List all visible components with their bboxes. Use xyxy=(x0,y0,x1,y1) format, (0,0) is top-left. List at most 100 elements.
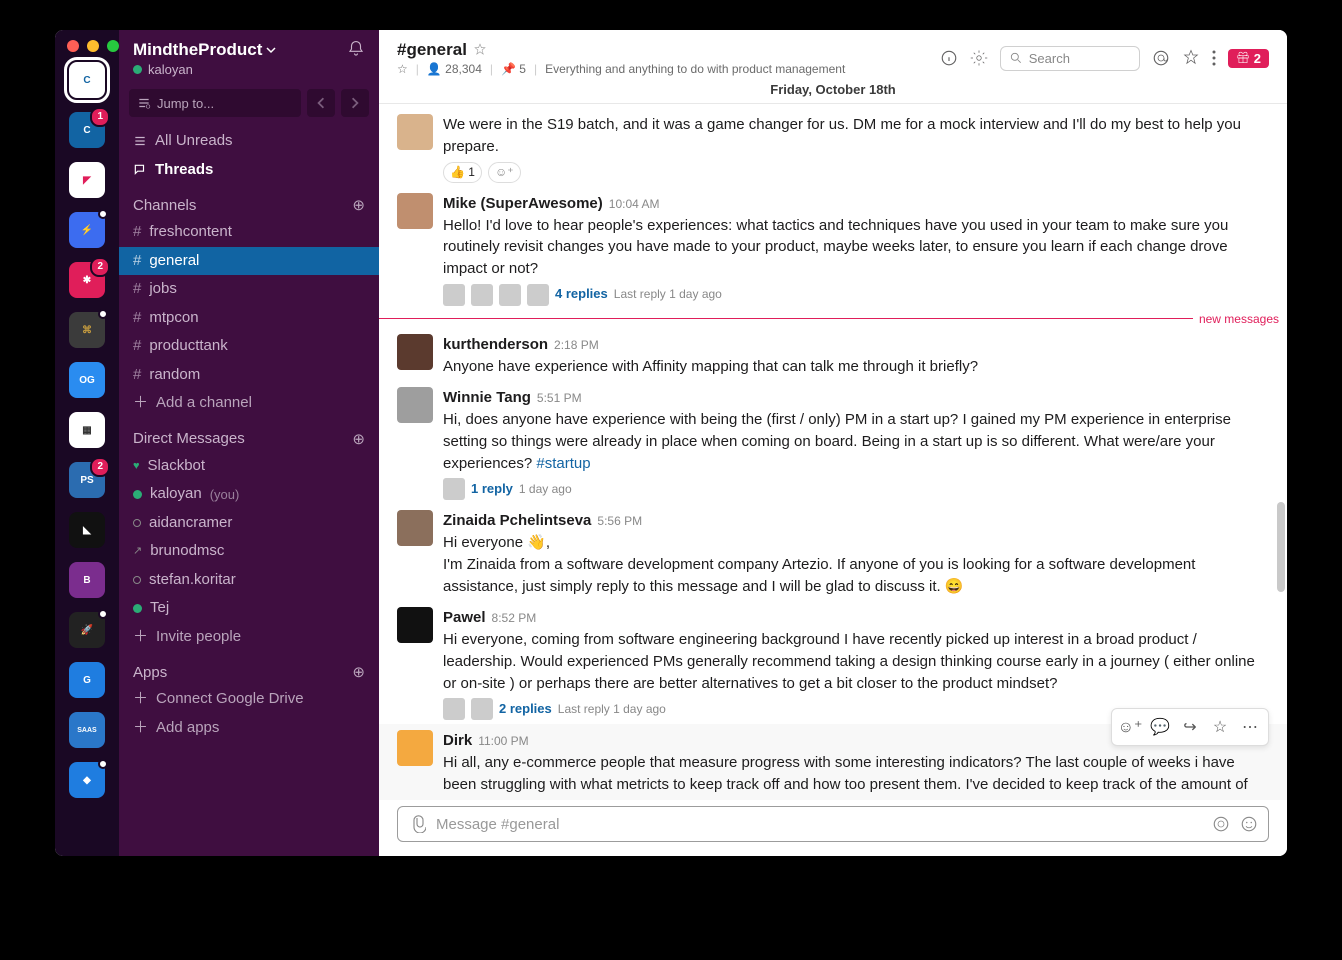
add-app-icon[interactable]: ⊕ xyxy=(352,663,365,681)
message-input[interactable] xyxy=(436,816,1202,833)
search-input[interactable]: Search xyxy=(1000,46,1140,71)
workspace-switch[interactable]: 🚀 xyxy=(69,612,105,648)
more-icon[interactable] xyxy=(1212,50,1216,66)
avatar[interactable] xyxy=(397,193,433,229)
history-forward[interactable] xyxy=(341,89,369,117)
message-author[interactable]: Winnie Tang xyxy=(443,387,531,409)
workspace-switch[interactable]: SAAS xyxy=(69,712,105,748)
workspace-switch[interactable]: C1 xyxy=(69,112,105,148)
workspace-name[interactable]: MindtheProduct xyxy=(133,40,276,60)
reply-avatar[interactable] xyxy=(499,284,521,306)
message[interactable]: Dirk11:00 PMHi all, any e-commerce peopl… xyxy=(379,724,1287,800)
more-actions-icon[interactable]: ⋯ xyxy=(1236,713,1264,741)
add-channel-icon[interactable]: ⊕ xyxy=(352,196,365,214)
message[interactable]: Mike (SuperAwesome)10:04 AMHello! I'd lo… xyxy=(379,187,1287,310)
message-list[interactable]: We were in the S19 batch, and it was a g… xyxy=(379,104,1287,800)
message-author[interactable]: Mike (SuperAwesome) xyxy=(443,193,603,215)
dm-header[interactable]: Direct Messages ⊕ xyxy=(119,418,379,452)
pins-count[interactable]: 📌 5 xyxy=(501,62,526,76)
thread-replies[interactable]: 1 reply1 day ago xyxy=(443,478,1269,500)
message[interactable]: kurthenderson2:18 PMAnyone have experien… xyxy=(379,328,1287,382)
workspace-switch[interactable]: C xyxy=(69,62,105,98)
dm-brunodmsc[interactable]: ↗brunodmsc xyxy=(119,537,379,566)
workspace-switch[interactable]: ⌘ xyxy=(69,312,105,348)
maximize-window[interactable] xyxy=(107,40,119,52)
attach-icon[interactable] xyxy=(408,815,426,833)
dm-aidancramer[interactable]: aidancramer xyxy=(119,509,379,538)
reply-avatar[interactable] xyxy=(443,284,465,306)
mention-icon[interactable] xyxy=(1152,49,1170,67)
workspace-switch[interactable]: OG xyxy=(69,362,105,398)
app-item[interactable]: ＋Connect Google Drive xyxy=(119,685,379,714)
emoji-icon[interactable] xyxy=(1240,815,1258,833)
thread-replies[interactable]: 4 repliesLast reply 1 day ago xyxy=(443,284,1269,306)
thread-icon[interactable]: 💬 xyxy=(1146,713,1174,741)
reply-avatar[interactable] xyxy=(443,698,465,720)
close-window[interactable] xyxy=(67,40,79,52)
message-author[interactable]: Dirk xyxy=(443,730,472,752)
message[interactable]: Zinaida Pchelintseva5:56 PMHi everyone 👋… xyxy=(379,504,1287,601)
avatar[interactable] xyxy=(397,510,433,546)
hashtag-link[interactable]: #startup xyxy=(536,455,590,472)
add-reaction-icon[interactable]: ☺⁺ xyxy=(1116,713,1144,741)
star-icon[interactable]: ☆ xyxy=(397,62,408,76)
info-icon[interactable] xyxy=(940,49,958,67)
mention-icon[interactable] xyxy=(1212,815,1230,833)
current-user[interactable]: kaloyan xyxy=(133,62,365,77)
save-icon[interactable]: ☆ xyxy=(1206,713,1234,741)
star-icon[interactable] xyxy=(1182,49,1200,67)
jump-to[interactable]: Jump to... xyxy=(129,89,301,117)
reaction[interactable]: 👍 1 xyxy=(443,162,482,183)
threads[interactable]: Threads xyxy=(119,156,379,185)
avatar[interactable] xyxy=(397,114,433,150)
workspace-switch[interactable]: B xyxy=(69,562,105,598)
gear-icon[interactable] xyxy=(970,49,988,67)
workspace-switch[interactable]: G xyxy=(69,662,105,698)
apps-header[interactable]: Apps ⊕ xyxy=(119,651,379,685)
avatar[interactable] xyxy=(397,730,433,766)
reply-avatar[interactable] xyxy=(471,698,493,720)
channel-title[interactable]: #general xyxy=(397,40,845,60)
channel-jobs[interactable]: #jobs xyxy=(119,275,379,304)
app-item[interactable]: ＋Add apps xyxy=(119,714,379,743)
add-reaction[interactable]: ☺⁺ xyxy=(488,162,521,183)
dm-stefan.koritar[interactable]: stefan.koritar xyxy=(119,566,379,595)
history-back[interactable] xyxy=(307,89,335,117)
reply-avatar[interactable] xyxy=(443,478,465,500)
reply-avatar[interactable] xyxy=(527,284,549,306)
channel-random[interactable]: #random xyxy=(119,361,379,390)
share-icon[interactable]: ↪ xyxy=(1176,713,1204,741)
minimize-window[interactable] xyxy=(87,40,99,52)
workspace-switch[interactable]: ⚡ xyxy=(69,212,105,248)
new-dm-icon[interactable]: ⊕ xyxy=(352,430,365,448)
channel-general[interactable]: #general xyxy=(119,247,379,276)
message-composer[interactable] xyxy=(397,806,1269,842)
invite-people[interactable]: ＋ Invite people xyxy=(119,623,379,652)
workspace-switch[interactable]: ▦ xyxy=(69,412,105,448)
channels-header[interactable]: Channels ⊕ xyxy=(119,184,379,218)
avatar[interactable] xyxy=(397,607,433,643)
message[interactable]: Pawel8:52 PMHi everyone, coming from sof… xyxy=(379,601,1287,724)
channel-topic[interactable]: Everything and anything to do with produ… xyxy=(545,62,845,76)
workspace-switch[interactable]: ◆ xyxy=(69,762,105,798)
gift-button[interactable]: 2 xyxy=(1228,49,1269,68)
message-author[interactable]: Pawel xyxy=(443,607,486,629)
reply-avatar[interactable] xyxy=(471,284,493,306)
workspace-switch[interactable]: ◤ xyxy=(69,162,105,198)
avatar[interactable] xyxy=(397,387,433,423)
avatar[interactable] xyxy=(397,334,433,370)
message[interactable]: Winnie Tang5:51 PMHi, does anyone have e… xyxy=(379,381,1287,504)
message-author[interactable]: Zinaida Pchelintseva xyxy=(443,510,591,532)
dm-kaloyan[interactable]: kaloyan(you) xyxy=(119,480,379,509)
workspace-switch[interactable]: PS2 xyxy=(69,462,105,498)
channel-freshcontent[interactable]: #freshcontent xyxy=(119,218,379,247)
message-author[interactable]: kurthenderson xyxy=(443,334,548,356)
workspace-switch[interactable]: ✱2 xyxy=(69,262,105,298)
all-unreads[interactable]: All Unreads xyxy=(119,127,379,156)
message[interactable]: We were in the S19 batch, and it was a g… xyxy=(379,108,1287,187)
members-count[interactable]: 👤 28,304 xyxy=(427,62,482,76)
dm-Tej[interactable]: Tej xyxy=(119,594,379,623)
channel-mtpcon[interactable]: #mtpcon xyxy=(119,304,379,333)
add-channel[interactable]: ＋ Add a channel xyxy=(119,389,379,418)
bell-icon[interactable] xyxy=(347,40,365,58)
